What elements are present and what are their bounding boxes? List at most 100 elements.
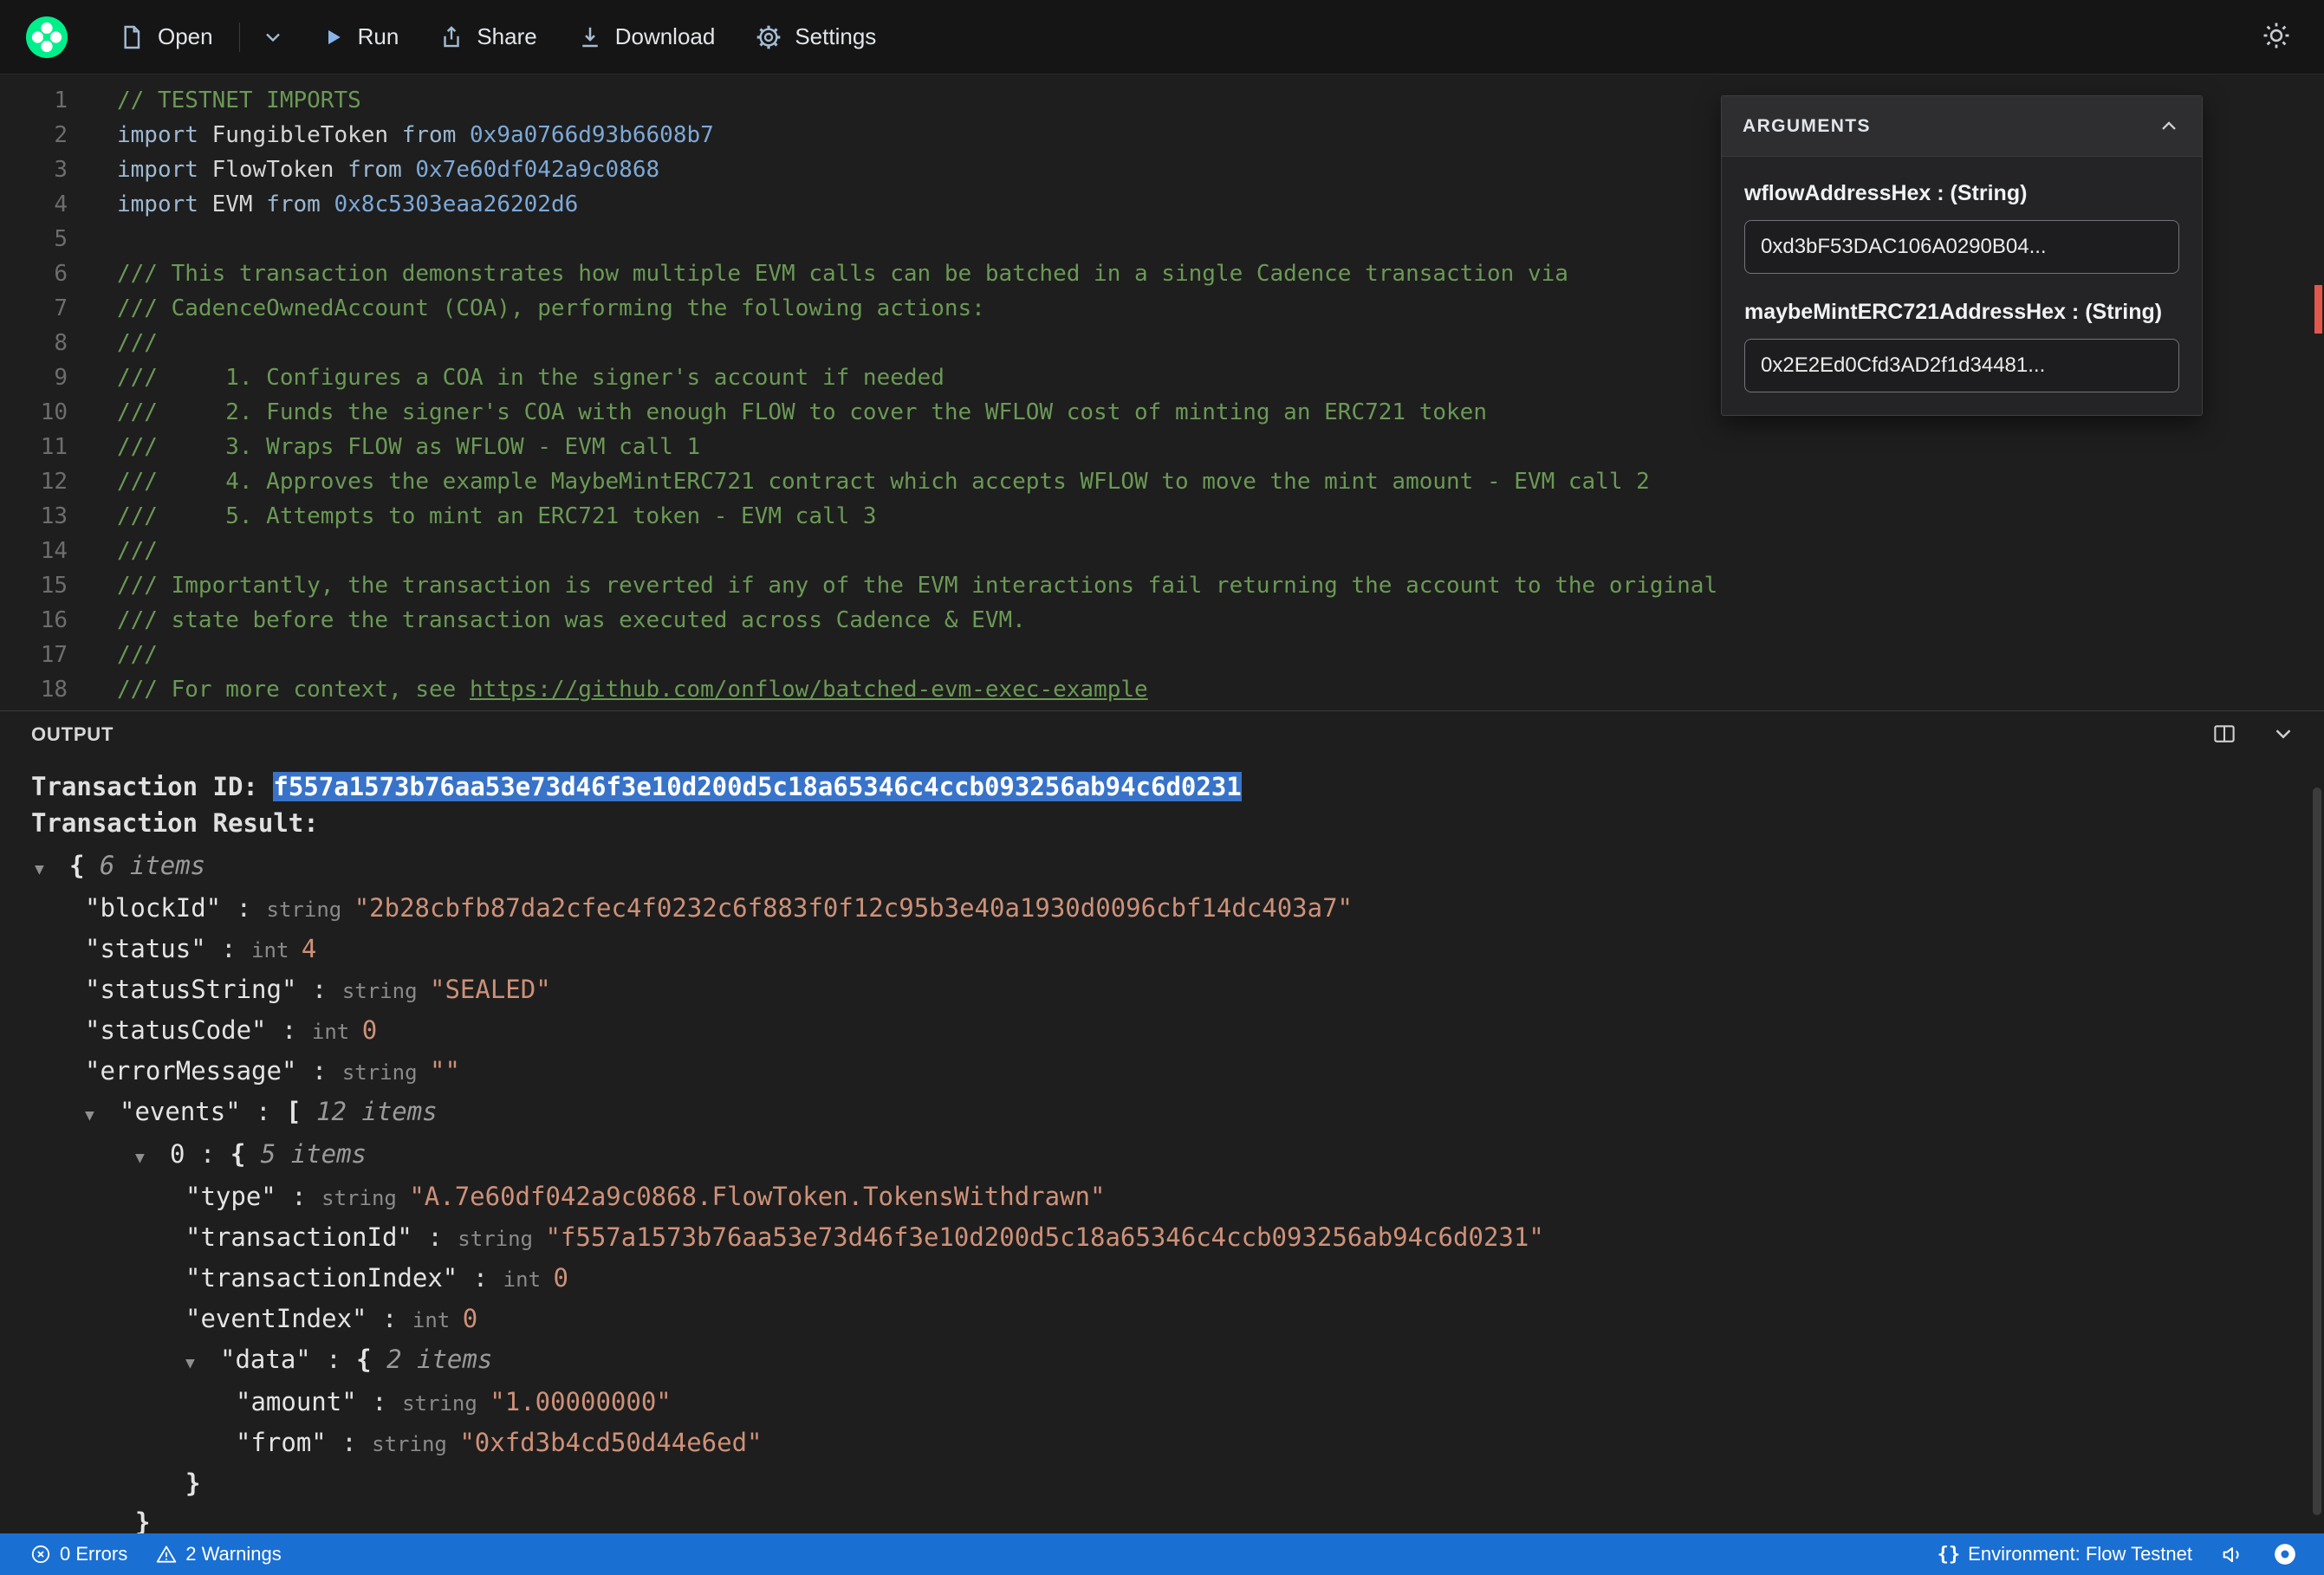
json-value: 4 [301,934,317,963]
json-tree-row: ▼ "data" : { 2 items [0,1340,2324,1383]
json-tree-row: ▼ 0 : { 5 items [0,1135,2324,1177]
json-tree-row: "transactionIndex" : int 0 [0,1259,2324,1300]
chevron-down-icon [265,33,280,42]
errors-count-label: 0 Errors [60,1543,128,1565]
code-token: /// 2. Funds the signer's COA with enoug… [117,399,1487,425]
code-token: FlowToken [211,157,348,183]
settings-button-label: Settings [795,23,877,49]
code-token: 0x8c5303eaa26202d6 [334,191,579,217]
output-panel: OUTPUT Transaction ID: f557a1573b76aa53e… [0,710,2324,1533]
code-line[interactable]: 15 /// Importantly, the transaction is re… [0,568,2324,603]
json-brace: [ [286,1097,316,1126]
json-colon: : [240,1097,287,1126]
arguments-title: ARGUMENTS [1743,115,1871,136]
split-panel-button[interactable] [2210,719,2239,751]
download-button-label: Download [614,23,716,49]
code-token: /// state before the transaction was exe… [117,607,1026,633]
json-brace: } [185,1468,201,1498]
json-brace: { [230,1139,261,1169]
error-circle-icon [31,1545,50,1564]
argument-input-maybeMintERC721AddressHex[interactable] [1744,339,2179,392]
line-number: 12 [40,469,68,495]
tree-toggle-icon[interactable]: ▼ [135,1138,170,1177]
code-line[interactable]: 17 /// [0,638,2324,672]
overview-ruler-error-marker [2314,285,2322,334]
transaction-id-line: Transaction ID: f557a1573b76aa53e73d46f3… [0,768,2324,805]
run-button[interactable]: Run [306,15,413,59]
code-line-text: // TESTNET IMPORTS [117,83,361,118]
download-icon [581,27,598,47]
code-token: /// [117,330,158,356]
code-editor[interactable]: 1 // TESTNET IMPORTS 2 import FungibleToken… [0,75,2324,710]
code-line[interactable]: 18 /// For more context, see https://gith… [0,672,2324,707]
line-number: 17 [40,642,68,668]
tree-toggle-icon[interactable]: ▼ [185,1344,220,1383]
json-value: "1.00000000" [490,1387,672,1416]
errors-status-button[interactable]: 0 Errors [19,1533,138,1575]
open-button[interactable]: Open [104,15,227,60]
line-number: 10 [40,399,68,425]
tree-toggle-icon[interactable]: ▼ [35,850,69,889]
json-colon: : [276,1182,322,1211]
json-tree-row: ▼{ 6 items [0,846,2324,889]
transaction-id-value: f557a1573b76aa53e73d46f3e10d200d5c18a653… [273,772,1242,801]
environment-label: Environment: Flow Testnet [1968,1543,2192,1565]
line-number: 6 [54,261,68,287]
arguments-panel-header[interactable]: ARGUMENTS [1722,96,2202,157]
tree-toggle-icon[interactable]: ▼ [85,1096,120,1135]
code-line-text: /// 4. Approves the example MaybeMintERC… [117,464,1650,499]
line-number: 15 [40,573,68,599]
json-tree-row: "blockId" : string "2b28cbfb87da2cfec4f0… [0,889,2324,930]
code-line[interactable]: 12 /// 4. Approves the example MaybeMintE… [0,464,2324,499]
code-token: /// For more context, see [117,677,470,703]
code-token: /// Importantly, the transaction is reve… [117,573,1718,599]
code-line-text: /// 2. Funds the signer's COA with enoug… [117,395,1487,430]
output-body[interactable]: Transaction ID: f557a1573b76aa53e73d46f3… [0,768,2324,1533]
settings-button[interactable]: Settings [741,15,890,60]
theme-toggle-button[interactable] [2255,14,2298,60]
json-item-count: 5 items [260,1139,367,1169]
help-bubble-icon [2275,1544,2295,1565]
flow-playground-app: Open Run Share Download Settings 1 // TE… [0,0,2324,1575]
json-key: "status" [85,934,206,963]
toolbar-separator [238,22,240,52]
argument-input-wflowAddressHex[interactable] [1744,220,2179,274]
line-number: 4 [54,191,68,217]
json-colon: : [296,1056,342,1086]
code-line-text: /// 5. Attempts to mint an ERC721 token … [117,499,877,534]
line-number: 5 [54,226,68,252]
environment-status-button[interactable]: {} Environment: Flow Testnet [1927,1533,2203,1575]
share-button-label: Share [477,23,537,49]
flow-logo-icon[interactable] [26,16,68,58]
argument-label-maybeMintERC721AddressHex: maybeMintERC721AddressHex : (String) [1744,300,2163,324]
warnings-count-label: 2 Warnings [185,1543,282,1565]
output-header: OUTPUT [0,711,2324,758]
collapse-output-button[interactable] [2269,719,2298,751]
output-scrollbar[interactable] [2313,788,2321,1515]
code-line[interactable]: 13 /// 5. Attempts to mint an ERC721 toke… [0,499,2324,534]
line-number: 9 [54,365,68,391]
json-type: string [402,1391,490,1416]
code-line-text: import EVM from 0x8c5303eaa26202d6 [117,187,578,222]
code-link[interactable]: https://github.com/onflow/batched-evm-ex… [470,677,1148,703]
code-token: /// CadenceOwnedAccount (COA), performin… [117,295,985,321]
flow-logo-svg [26,16,68,58]
code-token: /// 4. Approves the example MaybeMintERC… [117,469,1650,495]
code-line[interactable]: 16 /// state before the transaction was e… [0,603,2324,638]
code-line[interactable]: 11 /// 3. Wraps FLOW as WFLOW - EVM call … [0,430,2324,464]
json-tree-row: "transactionId" : string "f557a1573b76aa… [0,1218,2324,1259]
warnings-status-button[interactable]: 2 Warnings [145,1533,291,1575]
line-number: 13 [40,503,68,529]
code-line-text: /// [117,638,158,672]
code-line[interactable]: 14 /// [0,534,2324,568]
feedback-button[interactable] [2210,1533,2255,1575]
share-button[interactable]: Share [425,15,550,59]
json-colon: : [266,1015,312,1045]
open-dropdown-button[interactable] [252,16,294,58]
download-button[interactable]: Download [563,15,730,59]
json-value: "0xfd3b4cd50d44e6ed" [459,1428,763,1457]
json-type: string [341,979,430,1003]
code-line-text: import FlowToken from 0x7e60df042a9c0868 [117,152,659,187]
help-chat-button[interactable] [2262,1533,2308,1575]
code-token: /// [117,538,158,564]
